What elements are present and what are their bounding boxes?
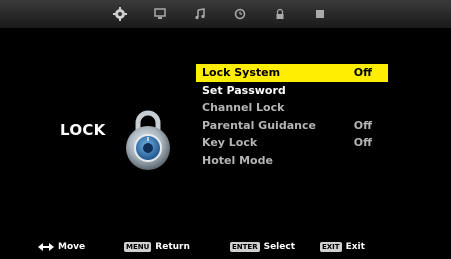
hint-return-label: Return bbox=[155, 242, 190, 252]
menu-item-label: Key Lock bbox=[202, 136, 258, 149]
tab-square[interactable] bbox=[310, 4, 330, 24]
footer-hints: Move MENU Return ENTER Select EXIT Exit bbox=[0, 235, 451, 259]
menu-item-lock-system[interactable]: Lock System Off bbox=[196, 64, 388, 82]
menu-item-value: Off bbox=[353, 118, 372, 132]
menu-item-key-lock[interactable]: Key Lock Off bbox=[196, 134, 388, 152]
hint-move: Move bbox=[38, 237, 85, 257]
music-note-icon bbox=[195, 8, 205, 20]
menu-item-value: Off bbox=[353, 66, 372, 79]
menu-key: MENU bbox=[124, 242, 152, 252]
menu-item-label: Lock System bbox=[202, 66, 281, 79]
hint-exit-label: Exit bbox=[345, 242, 365, 252]
section-title: LOCK bbox=[60, 121, 106, 139]
menu-item-label: Set Password bbox=[202, 83, 286, 97]
hint-select: ENTER Select bbox=[230, 237, 295, 257]
square-icon bbox=[316, 10, 324, 18]
enter-key: ENTER bbox=[230, 242, 260, 252]
menu-item-label: Channel Lock bbox=[202, 101, 285, 114]
hint-exit: EXIT Exit bbox=[320, 237, 365, 257]
tab-lock[interactable] bbox=[270, 4, 290, 24]
tab-monitor[interactable] bbox=[150, 4, 170, 24]
dpad-arrows-icon bbox=[38, 243, 54, 251]
menu-item-set-password[interactable]: Set Password bbox=[196, 82, 388, 100]
tab-clock[interactable] bbox=[230, 4, 250, 24]
menu-item-parental-guidance[interactable]: Parental Guidance Off bbox=[196, 117, 388, 135]
hint-return: MENU Return bbox=[124, 237, 190, 257]
exit-key: EXIT bbox=[320, 242, 342, 252]
clock-icon bbox=[234, 8, 246, 20]
monitor-icon bbox=[154, 8, 166, 19]
lock-menu: Lock System Off Set Password Channel Loc… bbox=[196, 64, 388, 169]
padlock-dial-icon bbox=[126, 110, 170, 170]
menu-item-value: Off bbox=[353, 136, 372, 149]
tab-gear[interactable] bbox=[110, 4, 130, 24]
menu-item-label: Parental Guidance bbox=[202, 118, 316, 132]
lock-icon bbox=[276, 8, 284, 19]
tab-music[interactable] bbox=[190, 4, 210, 24]
menu-item-channel-lock[interactable]: Channel Lock bbox=[196, 99, 388, 117]
hint-select-label: Select bbox=[263, 242, 296, 252]
gear-icon bbox=[113, 7, 127, 21]
tv-osd-screen: LOCK Lock System Off Set Password Channe… bbox=[0, 0, 451, 259]
hint-move-label: Move bbox=[58, 242, 86, 252]
menu-item-label: Hotel Mode bbox=[202, 153, 273, 167]
menu-tabs bbox=[110, 4, 370, 24]
top-tab-bar bbox=[0, 0, 451, 28]
menu-item-hotel-mode[interactable]: Hotel Mode bbox=[196, 152, 388, 170]
